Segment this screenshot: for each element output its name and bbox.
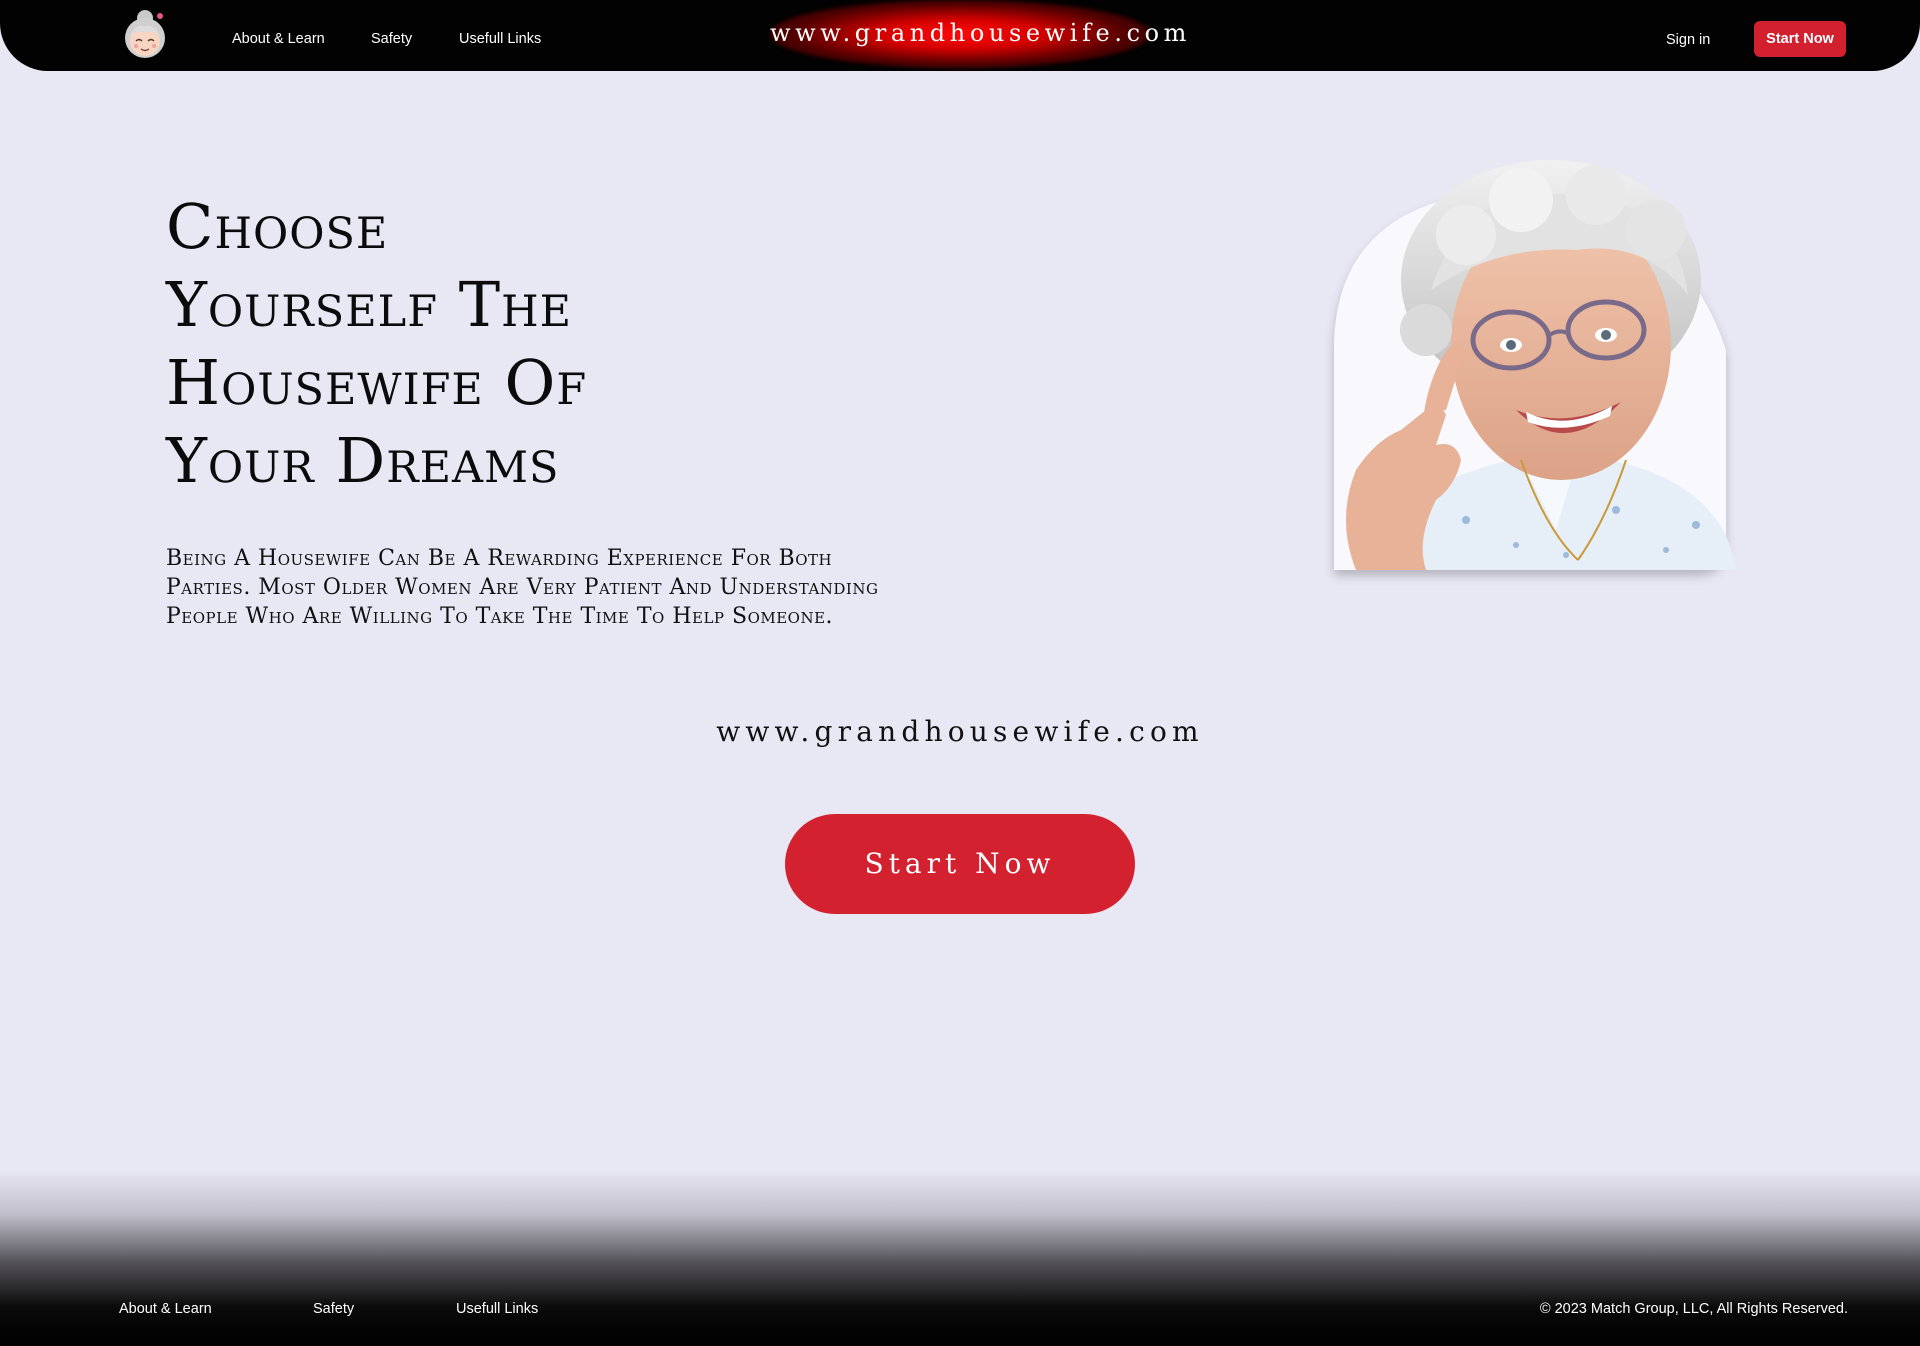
footer-gradient [0,1170,1920,1346]
nav-link-usefull-links[interactable]: Usefull Links [459,30,541,48]
sign-in-link[interactable]: Sign in [1666,31,1710,49]
grandmother-portrait-image [1316,140,1816,585]
grandmother-logo-icon[interactable] [121,8,169,60]
header-start-now-button[interactable]: Start Now [1754,21,1846,57]
hero-title-line: Housewife Of [166,346,588,419]
copyright-text: © 2023 Match Group, LLC, All Rights Rese… [1539,1301,1848,1317]
hero-title: Choose Yourself The Housewife Of Your Dr… [166,188,806,500]
hero-title-line: Choose [166,190,389,263]
hero-title-line: Yourself The [166,268,572,341]
top-navbar: About & Learn Safety Usefull Links www.g… [0,0,1920,71]
nav-link-about-learn[interactable]: About & Learn [232,30,325,48]
brand-name[interactable]: www.grandhousewife.com [770,18,1186,48]
hero-title-line: Your Dreams [166,424,560,497]
footer-link-about-learn[interactable]: About & Learn [119,1300,212,1318]
hero-start-now-button[interactable]: Start Now [785,814,1135,914]
hero-website-url: www.grandhousewife.com [716,715,1204,748]
hero-description: Being A Housewife Can Be A Rewarding Exp… [166,546,879,629]
footer-link-usefull-links[interactable]: Usefull Links [456,1300,538,1318]
nav-link-safety[interactable]: Safety [371,30,412,48]
footer-link-safety[interactable]: Safety [313,1300,354,1318]
